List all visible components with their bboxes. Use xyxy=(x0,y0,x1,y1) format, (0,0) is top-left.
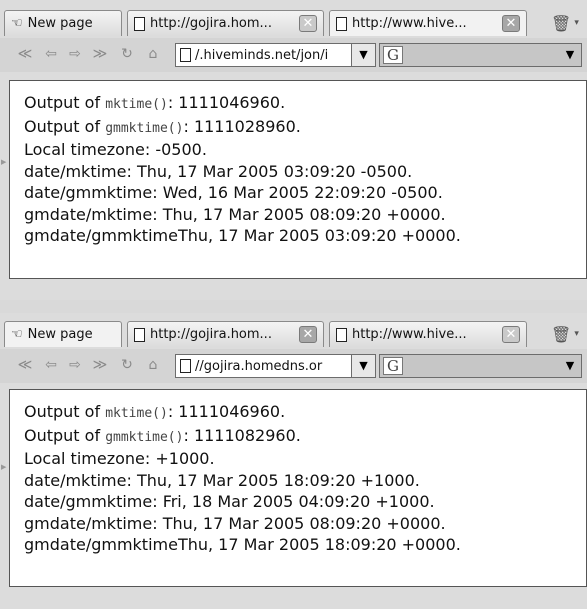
navigation-toolbar: ≪ ⇦ ⇨ ≫ ↻ ⌂ //gojira.homedns.or ▼ G ▼ xyxy=(0,349,587,383)
output-line-date-gmmktime: date/gmmktime: Wed, 16 Mar 2005 22:09:20… xyxy=(24,183,443,202)
address-bar[interactable]: /.hiveminds.net/jon/i xyxy=(175,43,375,67)
output-line-date-mktime: date/mktime: Thu, 17 Mar 2005 03:09:20 -… xyxy=(24,161,413,181)
chevron-down-icon[interactable]: ▼ xyxy=(561,46,579,64)
tab-new-page[interactable]: ☜ New page xyxy=(4,10,122,36)
page-icon xyxy=(180,359,191,373)
output-line-date-mktime: date/mktime: Thu, 17 Mar 2005 18:09:20 +… xyxy=(24,470,420,490)
tab-label: http://www.hive... xyxy=(352,16,467,31)
page-icon xyxy=(336,16,347,31)
trash-button[interactable]: 🗑 ▾ xyxy=(551,323,581,345)
output-line-timezone: Local timezone: -0500. xyxy=(24,140,207,159)
close-icon[interactable]: ✕ xyxy=(502,326,520,343)
close-icon[interactable]: ✕ xyxy=(502,15,520,32)
navigation-toolbar: ≪ ⇦ ⇨ ≫ ↻ ⌂ /.hiveminds.net/jon/i ▼ G ▼ xyxy=(0,38,587,72)
page-icon xyxy=(336,327,347,342)
home-icon[interactable]: ⌂ xyxy=(144,45,162,63)
address-text: //gojira.homedns.or xyxy=(195,358,323,374)
output-line-timezone: Local timezone: +1000. xyxy=(24,449,215,468)
forward-arrow-icon[interactable]: ⇨ xyxy=(66,45,84,63)
rewind-icon[interactable]: ≪ xyxy=(16,356,34,374)
google-icon[interactable]: G xyxy=(383,46,403,64)
back-arrow-icon[interactable]: ⇦ xyxy=(42,45,60,63)
output-line-gmdate-gmmktime: gmdate/gmmktimeThu, 17 Mar 2005 03:09:20… xyxy=(24,226,461,245)
page-icon xyxy=(180,48,191,62)
page-content: Output of mktime(): 1111046960. Output o… xyxy=(9,389,587,587)
back-arrow-icon[interactable]: ⇦ xyxy=(42,356,60,374)
close-icon[interactable]: ✕ xyxy=(299,326,317,343)
output-line-gmdate-gmmktime: gmdate/gmmktimeThu, 17 Mar 2005 18:09:20… xyxy=(24,535,461,554)
tab-label: New page xyxy=(27,16,93,31)
trash-icon: 🗑 xyxy=(551,324,572,344)
chevron-down-icon[interactable]: ▼ xyxy=(561,357,579,375)
browser-window-bottom: ☜ New page http://gojira.hom... ✕ http:/… xyxy=(0,313,587,609)
forward-arrow-icon[interactable]: ⇨ xyxy=(66,356,84,374)
address-text: /.hiveminds.net/jon/i xyxy=(195,47,329,63)
tab-label: http://www.hive... xyxy=(352,327,467,342)
tab-bar: ☜ New page http://gojira.hom... ✕ http:/… xyxy=(0,8,587,38)
tab-gojira[interactable]: http://gojira.hom... ✕ xyxy=(127,321,324,347)
tab-new-page[interactable]: ☜ New page xyxy=(4,321,122,347)
trash-button[interactable]: 🗑 ▾ xyxy=(551,12,581,34)
chevron-down-icon: ▾ xyxy=(574,329,579,339)
close-icon[interactable]: ✕ xyxy=(299,15,317,32)
tab-label: http://gojira.hom... xyxy=(150,327,272,342)
output-line-gmmktime: Output of gmmktime(): 1111082960. xyxy=(24,425,301,445)
page-content: Output of mktime(): 1111046960. Output o… xyxy=(9,80,587,279)
trash-icon: 🗑 xyxy=(551,13,572,33)
cursor-hand-icon: ☜ xyxy=(11,16,23,31)
chevron-down-icon: ▾ xyxy=(574,18,579,28)
tab-label: http://gojira.hom... xyxy=(150,16,272,31)
output-line-gmdate-mktime: gmdate/mktime: Thu, 17 Mar 2005 08:09:20… xyxy=(24,513,446,533)
output-line-mktime: Output of mktime(): 1111046960. xyxy=(24,402,286,421)
google-icon[interactable]: G xyxy=(383,357,403,375)
address-dropdown-button[interactable]: ▼ xyxy=(351,43,376,67)
reload-icon[interactable]: ↻ xyxy=(118,356,136,374)
tab-gojira[interactable]: http://gojira.hom... ✕ xyxy=(127,10,324,36)
fast-forward-icon[interactable]: ≫ xyxy=(91,45,109,63)
marker-icon: ▶ xyxy=(1,463,7,471)
tab-hiveminds[interactable]: http://www.hive... ✕ xyxy=(329,10,527,36)
address-dropdown-button[interactable]: ▼ xyxy=(351,354,376,378)
tab-label: New page xyxy=(27,327,93,342)
search-bar[interactable]: G ▼ xyxy=(379,43,582,67)
output-line-gmmktime: Output of gmmktime(): 1111028960. xyxy=(24,116,301,136)
page-icon xyxy=(134,327,145,342)
output-line-mktime: Output of mktime(): 1111046960. xyxy=(24,93,286,112)
cursor-hand-icon: ☜ xyxy=(11,327,23,342)
address-bar[interactable]: //gojira.homedns.or xyxy=(175,354,375,378)
tab-bar: ☜ New page http://gojira.hom... ✕ http:/… xyxy=(0,319,587,349)
output-line-date-gmmktime: date/gmmktime: Fri, 18 Mar 2005 04:09:20… xyxy=(24,492,435,511)
home-icon[interactable]: ⌂ xyxy=(144,356,162,374)
page-icon xyxy=(134,16,145,31)
search-bar[interactable]: G ▼ xyxy=(379,354,582,378)
fast-forward-icon[interactable]: ≫ xyxy=(91,356,109,374)
browser-window-top: ☜ New page http://gojira.hom... ✕ http:/… xyxy=(0,0,587,300)
reload-icon[interactable]: ↻ xyxy=(118,45,136,63)
rewind-icon[interactable]: ≪ xyxy=(16,45,34,63)
marker-icon: ▶ xyxy=(1,158,7,166)
output-line-gmdate-mktime: gmdate/mktime: Thu, 17 Mar 2005 08:09:20… xyxy=(24,204,446,224)
tab-hiveminds[interactable]: http://www.hive... ✕ xyxy=(329,321,527,347)
